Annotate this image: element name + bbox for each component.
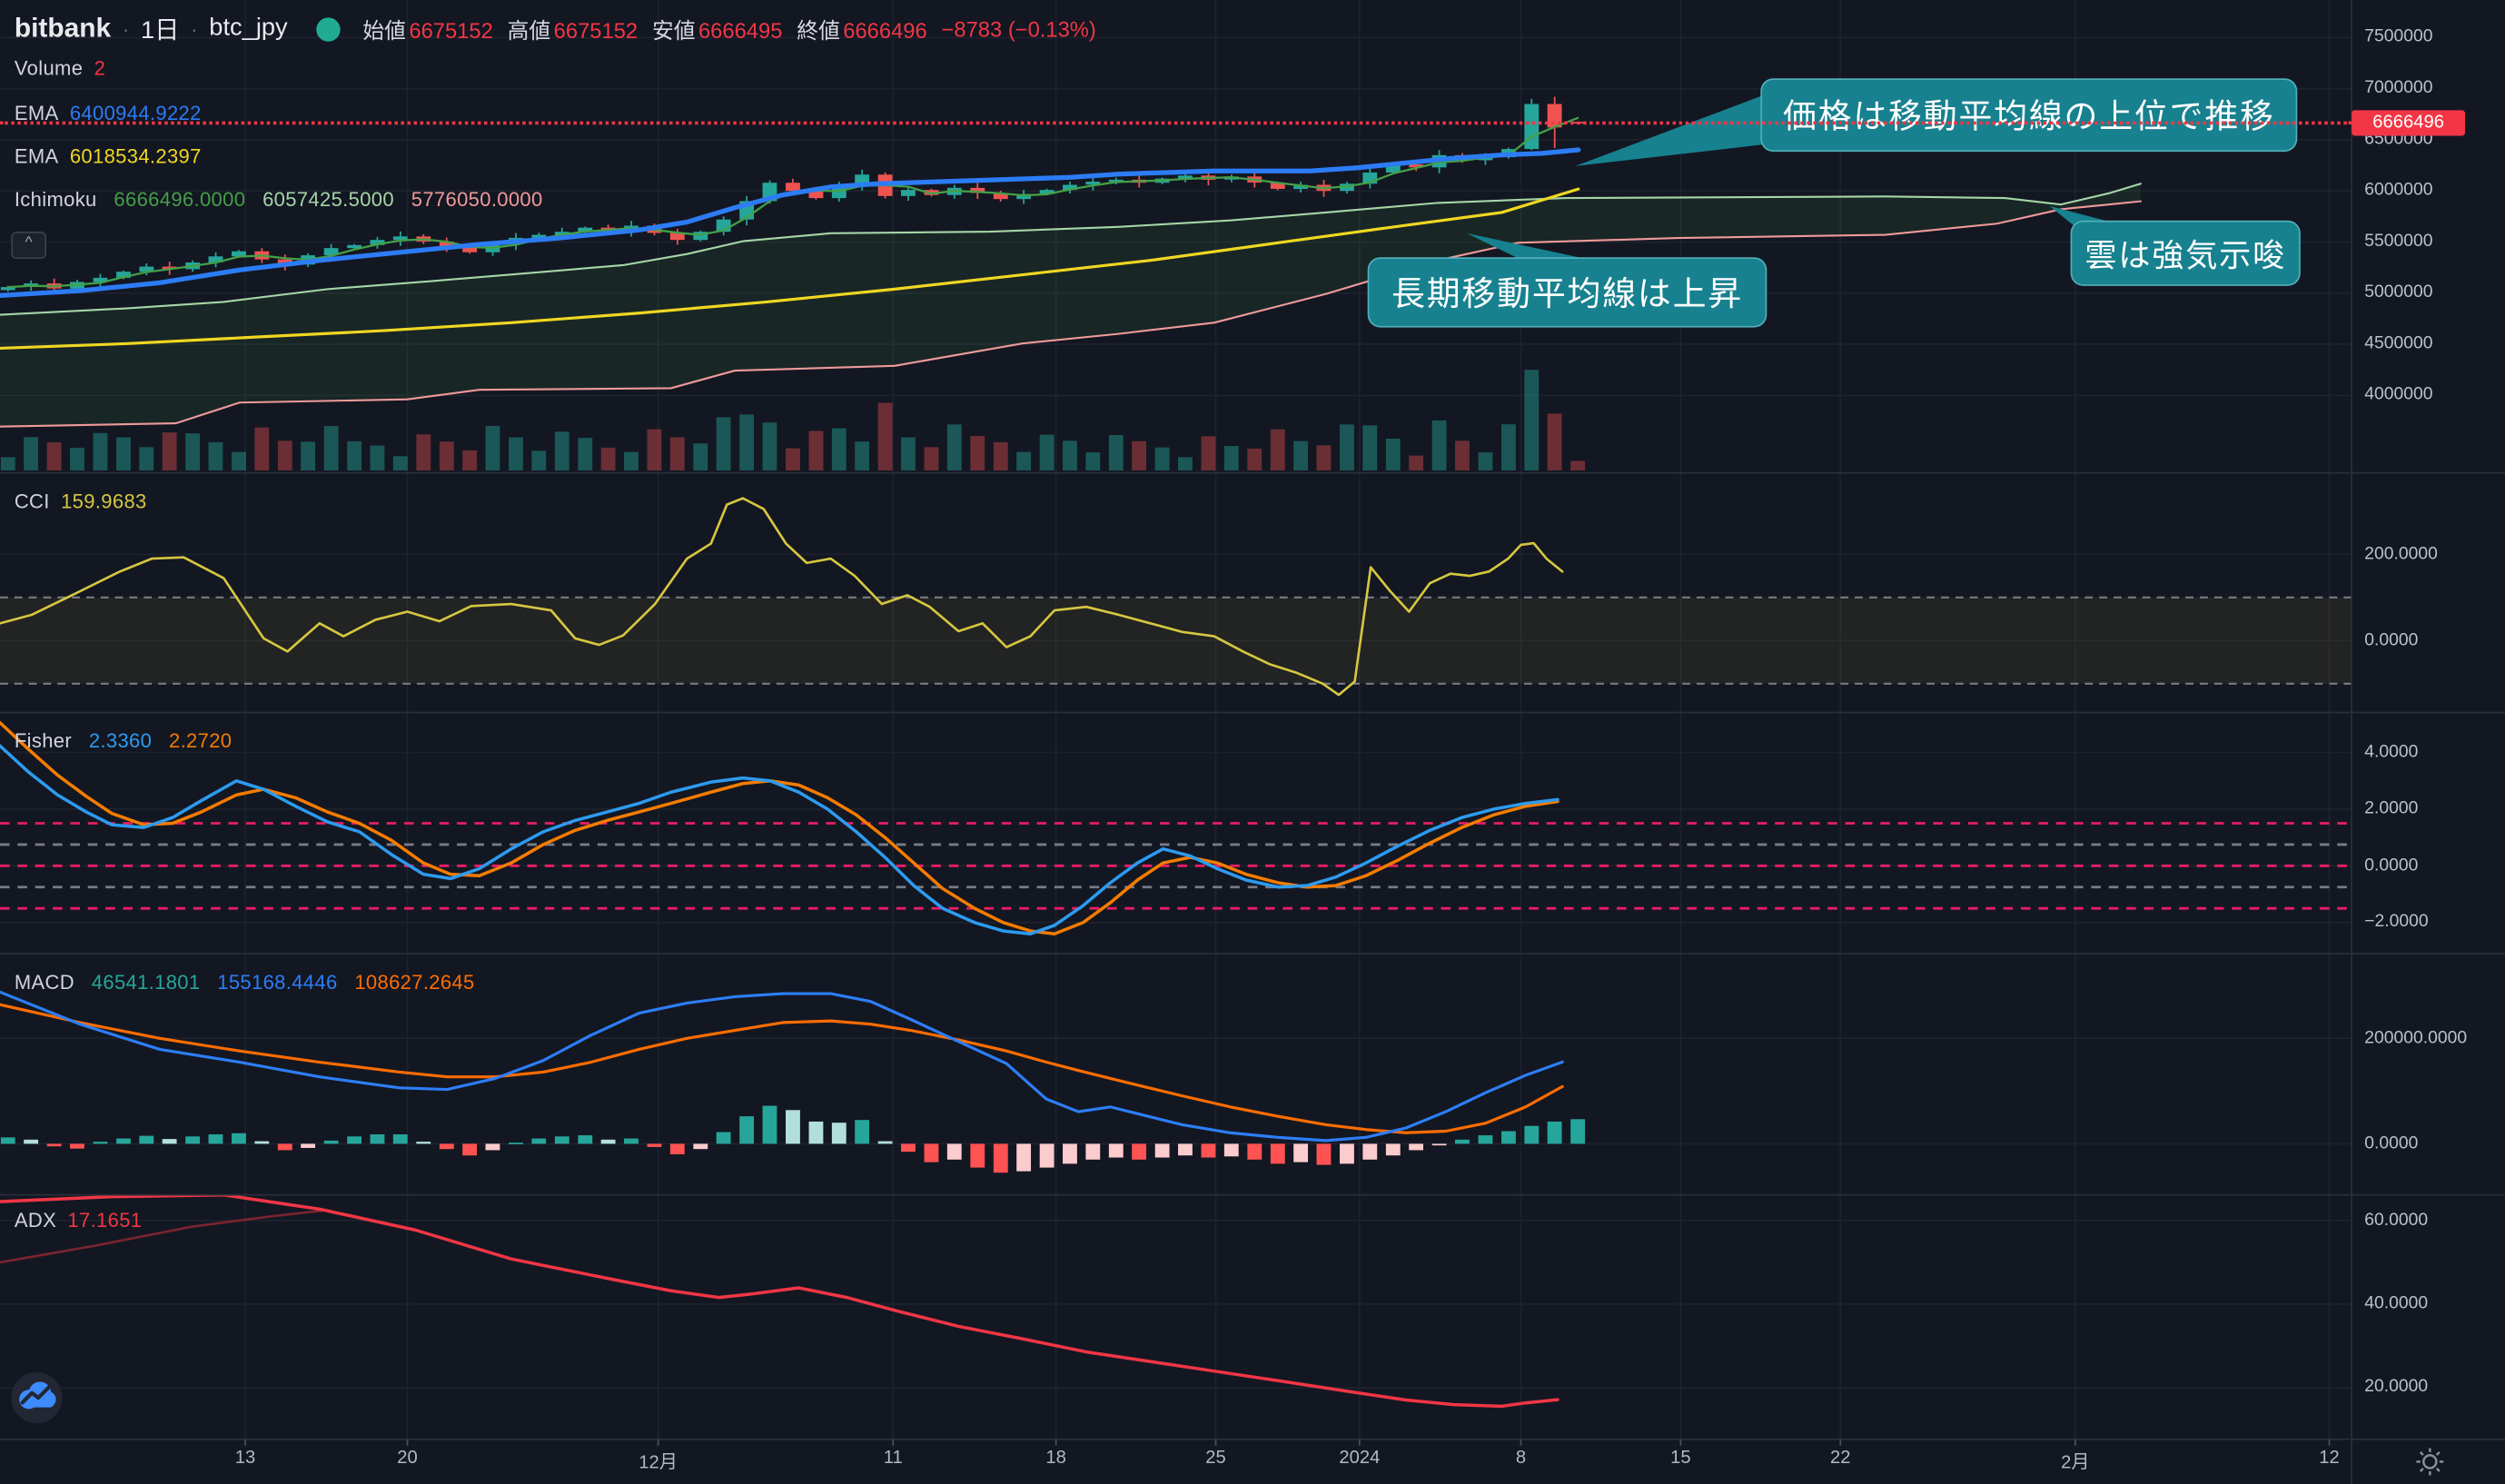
legend-cci[interactable]: CCI159.9683 [15, 490, 158, 513]
legend-fisher[interactable]: Fisher 2.3360 2.2720 [15, 730, 243, 753]
annotation-long-ma-rising[interactable]: 長期移動平均線は上昇 [1368, 257, 1767, 327]
legend-volume[interactable]: Volume2 [15, 57, 117, 80]
ichimoku-cloud [0, 183, 2141, 426]
axis-tick-label: 200.0000 [2364, 544, 2438, 563]
ohlc-open: 始値6675152 [362, 13, 492, 45]
time-tick-label: 22 [1830, 1449, 1851, 1468]
pair-name[interactable]: btc_jpy [209, 15, 287, 44]
price-change: −8783 (−0.13%) [942, 16, 1096, 40]
ohlc-high: 高値6675152 [508, 13, 638, 45]
axis-tick-label: 0.0000 [2364, 856, 2418, 875]
interval-selector[interactable]: 1日 [141, 11, 179, 46]
time-tick-label: 11 [884, 1449, 903, 1468]
time-tick-label: 13 [235, 1449, 256, 1468]
cci-band [0, 598, 2352, 684]
legend-macd[interactable]: MACD 46541.1801 155168.4446 108627.2645 [15, 971, 486, 994]
axis-tick-label: 200000.0000 [2364, 1028, 2467, 1047]
annotation-price-above-ma[interactable]: 価格は移動平均線の上位で推移 [1760, 78, 2297, 152]
ohlc-low: 安値6666495 [652, 13, 782, 45]
last-price-line [0, 122, 2352, 125]
axis-tick-label: 40.0000 [2364, 1294, 2428, 1313]
time-tick-label: 2024 [1339, 1449, 1380, 1468]
time-tick-label: 20 [397, 1449, 418, 1468]
chart-header: bitbank · 1日 · btc_jpy 始値6675152 高値66751… [15, 8, 1111, 50]
trading-chart-app: bitbank · 1日 · btc_jpy 始値6675152 高値66751… [0, 0, 2505, 1484]
legend-ichimoku[interactable]: Ichimoku 6666496.0000 6057425.5000 57760… [15, 189, 554, 212]
callout-tail [1575, 93, 1770, 166]
axis-tick-label: −2.0000 [2364, 912, 2428, 931]
time-axis[interactable]: 13 20 12月 11 18 25 2024 8 15 22 2月 12 [0, 1439, 2505, 1484]
time-tick-label: 12月 [639, 1449, 678, 1474]
axis-tick-label: 0.0000 [2364, 1133, 2418, 1153]
separator-dot: · [122, 16, 129, 42]
time-tick-label: 25 [1205, 1449, 1226, 1468]
legend-ema-slow[interactable]: EMA6018534.2397 [15, 145, 213, 168]
axis-tick-label: 4.0000 [2364, 742, 2418, 761]
last-price-badge: 6666496 [2352, 110, 2465, 135]
axis-tick-label: 2.0000 [2364, 798, 2418, 817]
collapse-legend-button[interactable]: ^ [11, 232, 46, 259]
indicator-axes[interactable]: 200.0000 0.0000 4.0000 2.0000 0.0000 −2.0000 2… [2364, 0, 2501, 1484]
time-tick-label: 12 [2319, 1449, 2340, 1468]
market-status-icon [316, 16, 340, 40]
axis-tick-label: 20.0000 [2364, 1378, 2428, 1397]
cloud-chart-logo[interactable] [8, 1369, 65, 1426]
ohlc-close: 終値6666496 [797, 13, 926, 45]
annotation-bullish-cloud[interactable]: 雲は強気示唆 [2071, 221, 2301, 286]
axis-tick-label: 0.0000 [2364, 630, 2418, 649]
axis-tick-label: 60.0000 [2364, 1210, 2428, 1229]
legend-adx[interactable]: ADX17.1651 [15, 1210, 153, 1232]
symbol-name[interactable]: bitbank [15, 13, 111, 45]
time-tick-label: 8 [1516, 1449, 1526, 1468]
separator-dot: · [191, 16, 198, 42]
time-tick-label: 18 [1045, 1449, 1066, 1468]
time-tick-label: 15 [1670, 1449, 1691, 1468]
time-tick-label: 2月 [2061, 1449, 2089, 1474]
